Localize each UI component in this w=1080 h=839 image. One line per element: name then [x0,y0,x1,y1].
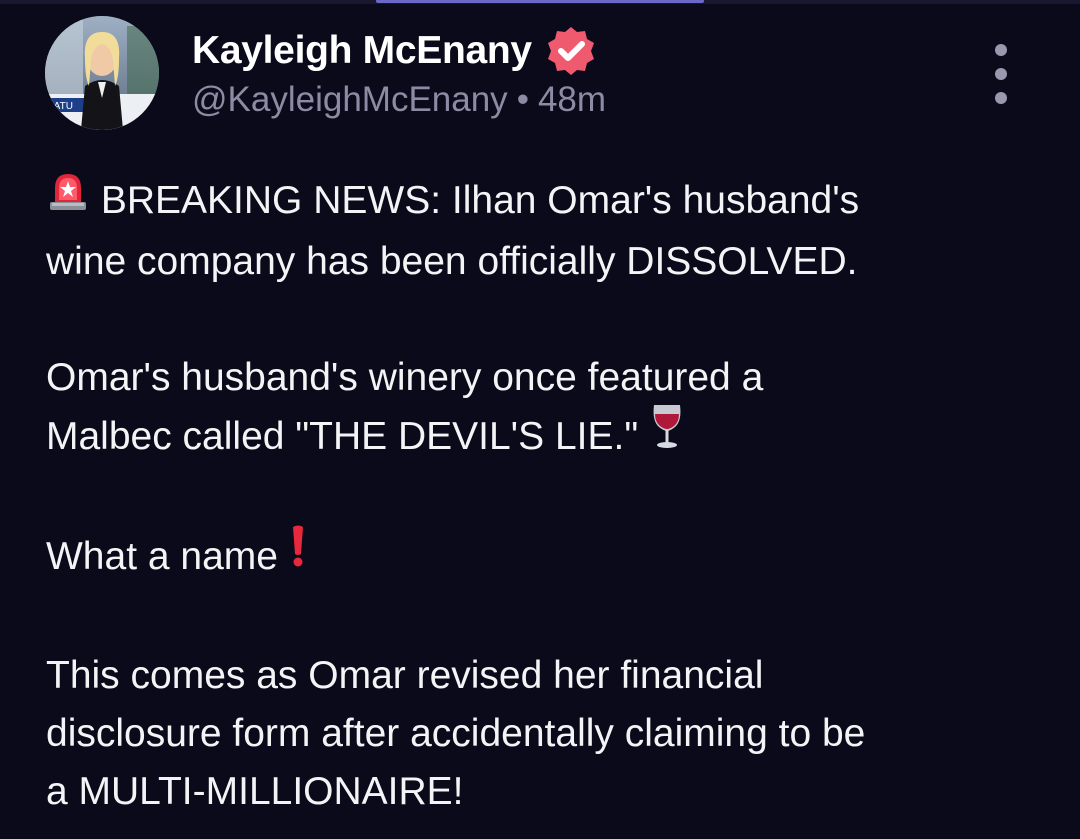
author-handle[interactable]: @KayleighMcEnany [192,80,508,119]
post-timestamp[interactable]: 48m [538,80,606,119]
body-line: Omar's husband's winery once featured a [46,356,764,400]
body-line: Malbec called "THE DEVIL'S LIE." [46,415,639,458]
author-name[interactable]: Kayleigh McEnany [192,24,598,78]
author-meta: @KayleighMcEnany • 48m [192,80,606,120]
more-options-button[interactable] [984,44,1018,104]
paragraph-disclosure: This comes as Omar revised her financial… [46,647,1046,821]
body-line: disclosure form after accidentally claim… [46,712,866,756]
paragraph-winery: Omar's husband's winery once featured a … [46,349,1046,470]
more-dot [995,92,1007,104]
body-line: This comes as Omar revised her financial [46,654,764,698]
more-dot [995,68,1007,80]
more-dot [995,44,1007,56]
rotating-light-icon [46,168,90,229]
avatar-image: SATU [45,16,159,130]
paragraph-breaking: BREAKING NEWS: Ilhan Omar's husband's wi… [46,172,1046,291]
body-line: What a name [46,535,278,579]
exclamation-mark-icon [289,524,307,585]
verified-badge-icon [544,24,598,78]
body-line: wine company has been officially DISSOLV… [46,240,858,284]
separator-dot: • [516,80,529,119]
body-line: BREAKING NEWS: Ilhan Omar's husband's [100,179,860,222]
avatar[interactable]: SATU [45,16,159,130]
post[interactable]: SATU Kayleigh McEnany @KayleighMcEnany • 4… [0,0,1080,839]
body-line: a MULTI-MILLIONAIRE! [46,770,464,814]
wine-glass-icon [649,403,685,466]
author-name-text: Kayleigh McEnany [192,29,532,72]
paragraph-name: What a name [46,525,1046,589]
avatar-caption: SATU [47,101,73,112]
post-body: BREAKING NEWS: Ilhan Omar's husband's wi… [46,172,1046,821]
